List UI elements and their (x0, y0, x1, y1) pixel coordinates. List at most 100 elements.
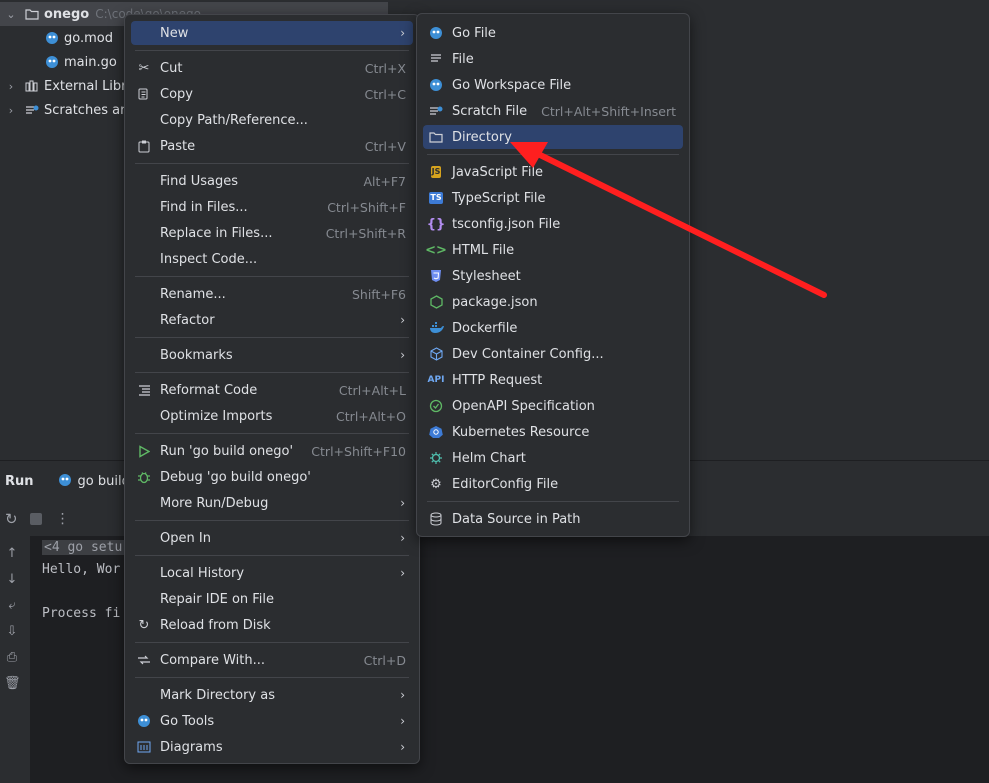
menu-item-open-in[interactable]: Open In › (131, 526, 413, 550)
menu-item-inspect-code[interactable]: Inspect Code... (131, 247, 413, 271)
menu-item-reformat-code[interactable]: Reformat Code Ctrl+Alt+L (131, 378, 413, 402)
chevron-right-icon: › (400, 740, 405, 754)
submenu-item-dev-container[interactable]: Dev Container Config... (423, 342, 683, 366)
helm-wheel-icon (428, 450, 444, 466)
tree-file-label: go.mod (64, 30, 113, 46)
trash-icon[interactable]: 🗑 (4, 676, 21, 692)
submenu-item-kubernetes[interactable]: Kubernetes Resource (423, 420, 683, 444)
tree-file-go-mod[interactable]: go.mod (44, 26, 113, 50)
menu-item-find-in-files[interactable]: Find in Files... Ctrl+Shift+F (131, 195, 413, 219)
folder-icon (428, 129, 444, 145)
tree-external-libraries[interactable]: › External Libra (4, 74, 135, 98)
menu-item-find-usages[interactable]: Find Usages Alt+F7 (131, 169, 413, 193)
menu-item-optimize-imports[interactable]: Optimize Imports Ctrl+Alt+O (131, 404, 413, 428)
more-options-icon[interactable]: ⋮ (56, 511, 70, 527)
submenu-item-scratch[interactable]: Scratch File Ctrl+Alt+Shift+Insert (423, 99, 683, 123)
menu-item-reload[interactable]: ↻ Reload from Disk (131, 613, 413, 637)
paste-icon (136, 138, 152, 154)
submenu-item-stylesheet[interactable]: Stylesheet (423, 264, 683, 288)
run-tab-label: go build (77, 474, 130, 489)
submenu-item-editorconfig[interactable]: ⚙ EditorConfig File (423, 472, 683, 496)
menu-item-repair-ide[interactable]: Repair IDE on File (131, 587, 413, 611)
submenu-item-http-request[interactable]: API HTTP Request (423, 368, 683, 392)
menu-item-replace-in-files[interactable]: Replace in Files... Ctrl+Shift+R (131, 221, 413, 245)
chevron-right-icon[interactable]: › (4, 80, 18, 93)
tree-external-label: External Libra (44, 78, 135, 94)
file-lines-icon (428, 51, 444, 67)
menu-item-run[interactable]: Run 'go build onego' Ctrl+Shift+F10 (131, 439, 413, 463)
run-title: Run (5, 474, 34, 489)
menu-item-cut[interactable]: ✂ Cut Ctrl+X (131, 56, 413, 80)
html-tag-icon: <> (425, 242, 447, 258)
submenu-item-package-json[interactable]: package.json (423, 290, 683, 314)
run-tab[interactable]: go build (58, 473, 130, 491)
menu-item-paste[interactable]: Paste Ctrl+V (131, 134, 413, 158)
tree-scratches[interactable]: › Scratches and (4, 98, 137, 122)
menu-item-new[interactable]: New › (131, 21, 413, 45)
submenu-item-tsconfig[interactable]: {} tsconfig.json File (423, 212, 683, 236)
reformat-icon (136, 382, 152, 398)
scroll-to-end-icon[interactable]: ⇩ (4, 624, 20, 640)
submenu-item-go-workspace[interactable]: Go Workspace File (423, 73, 683, 97)
kubernetes-wheel-icon (428, 424, 444, 440)
menu-item-local-history[interactable]: Local History › (131, 561, 413, 585)
submenu-item-ts-file[interactable]: TS TypeScript File (423, 186, 683, 210)
tree-file-main-go[interactable]: main.go (44, 50, 117, 74)
arrow-down-icon[interactable]: ↓ (4, 572, 20, 588)
typescript-icon: TS (429, 192, 443, 204)
chevron-right-icon: › (400, 496, 405, 510)
submenu-item-helm-chart[interactable]: Helm Chart (423, 446, 683, 470)
debug-bug-icon (136, 469, 152, 485)
arrow-up-icon[interactable]: ↑ (4, 546, 20, 562)
menu-separator (135, 520, 409, 521)
menu-item-bookmarks[interactable]: Bookmarks › (131, 343, 413, 367)
submenu-item-file[interactable]: File (423, 47, 683, 71)
chevron-right-icon: › (400, 688, 405, 702)
menu-item-copy[interactable]: Copy Ctrl+C (131, 82, 413, 106)
diagram-icon (136, 739, 152, 755)
new-submenu: Go File File Go Workspace File Scratch F… (416, 13, 690, 537)
submenu-item-dockerfile[interactable]: Dockerfile (423, 316, 683, 340)
menu-separator (135, 433, 409, 434)
scratches-icon (24, 102, 40, 118)
chevron-right-icon: › (400, 531, 405, 545)
submenu-item-openapi[interactable]: OpenAPI Specification (423, 394, 683, 418)
chevron-right-icon: › (400, 566, 405, 580)
api-icon: API (427, 375, 445, 385)
menu-separator (135, 163, 409, 164)
submenu-item-go-file[interactable]: Go File (423, 21, 683, 45)
submenu-item-data-source[interactable]: Data Source in Path (423, 507, 683, 531)
menu-separator (135, 372, 409, 373)
scissors-icon: ✂ (138, 60, 150, 76)
submenu-item-js-file[interactable]: JS JavaScript File (423, 160, 683, 184)
folder-icon (24, 6, 40, 22)
print-icon[interactable]: ⎙ (4, 650, 20, 666)
tree-root-label: onego (44, 6, 90, 22)
stop-icon[interactable] (29, 513, 42, 525)
chevron-right-icon[interactable]: › (4, 104, 18, 117)
rerun-icon[interactable]: ↻ (5, 510, 18, 528)
menu-item-debug[interactable]: Debug 'go build onego' (131, 465, 413, 489)
go-gopher-icon (136, 713, 152, 729)
menu-item-compare-with[interactable]: Compare With... Ctrl+D (131, 648, 413, 672)
menu-separator (135, 337, 409, 338)
run-side-toolbar: ↑ ↓ ⤶ ⇩ ⎙ 🗑 (0, 536, 31, 783)
submenu-item-html-file[interactable]: <> HTML File (423, 238, 683, 262)
menu-item-rename[interactable]: Rename... Shift+F6 (131, 282, 413, 306)
go-gopher-icon (428, 25, 444, 41)
menu-item-diagrams[interactable]: Diagrams › (131, 735, 413, 759)
tree-scratches-label: Scratches and (44, 102, 137, 118)
menu-item-go-tools[interactable]: Go Tools › (131, 709, 413, 733)
menu-item-mark-directory[interactable]: Mark Directory as › (131, 683, 413, 707)
copy-icon (136, 86, 152, 102)
menu-item-copy-path[interactable]: Copy Path/Reference... (131, 108, 413, 132)
chevron-down-icon[interactable]: ⌄ (4, 8, 18, 21)
menu-item-more-run-debug[interactable]: More Run/Debug › (131, 491, 413, 515)
go-gopher-icon (428, 77, 444, 93)
soft-wrap-icon[interactable]: ⤶ (4, 598, 20, 614)
css-shield-icon (428, 268, 444, 284)
menu-item-refactor[interactable]: Refactor › (131, 308, 413, 332)
submenu-item-directory[interactable]: Directory (423, 125, 683, 149)
menu-separator (135, 555, 409, 556)
go-gopher-icon (44, 54, 60, 70)
